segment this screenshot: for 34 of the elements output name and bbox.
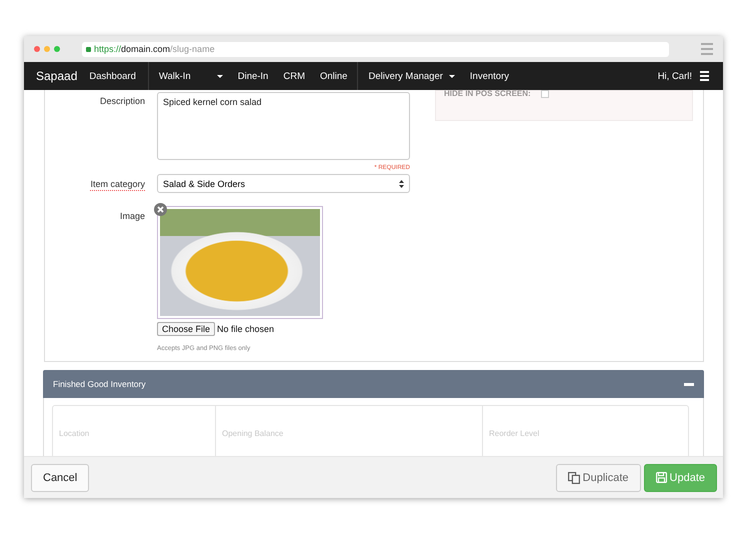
caret-icon [448,74,455,78]
copy-icon [568,472,580,484]
panel-label: HIDE IN POS SCREEN: [444,90,531,98]
section-header[interactable]: Finished Good Inventory [43,370,704,398]
nav-link[interactable]: Walk-In [158,62,232,90]
duplicate-button[interactable]: Duplicate [556,464,641,492]
nav-link[interactable]: Dashboard [89,62,149,90]
field-label: Image [118,210,146,223]
nav-link[interactable]: Dine-In [238,62,278,90]
url-text: https://domain.com/slug-name [94,44,215,54]
window-controls-icon [34,46,60,52]
sort-arrows-icon [399,180,404,188]
nav-link[interactable]: Inventory [470,62,518,90]
nav-link[interactable]: CRM [283,62,314,90]
nav-link[interactable]: Online [320,62,358,90]
file-status: No file chosen [217,324,274,334]
category-select[interactable]: Salad & Side Orders [157,174,410,193]
nav-link[interactable]: Delivery Manager [368,62,464,90]
lock-icon [86,46,91,52]
save-icon [656,472,667,483]
address-bar[interactable]: https://domain.com/slug-name [82,42,669,56]
collapse-icon[interactable] [684,382,694,386]
cancel-button[interactable]: Cancel [31,464,90,492]
field-label: Description [98,95,146,108]
field-label: Item category [89,178,146,188]
remove-icon[interactable] [154,203,167,216]
user-menu[interactable]: Hi, Carl! [658,70,692,82]
section-title: Finished Good Inventory [53,379,146,389]
checkbox[interactable] [540,90,549,98]
menu-icon[interactable] [700,71,709,81]
choose-file-button[interactable]: Choose File [157,322,216,336]
description-field[interactable]: Spiced kernel corn salad [157,92,410,160]
caret-icon [216,74,223,78]
brand-logo[interactable]: Sapaad [36,69,78,83]
